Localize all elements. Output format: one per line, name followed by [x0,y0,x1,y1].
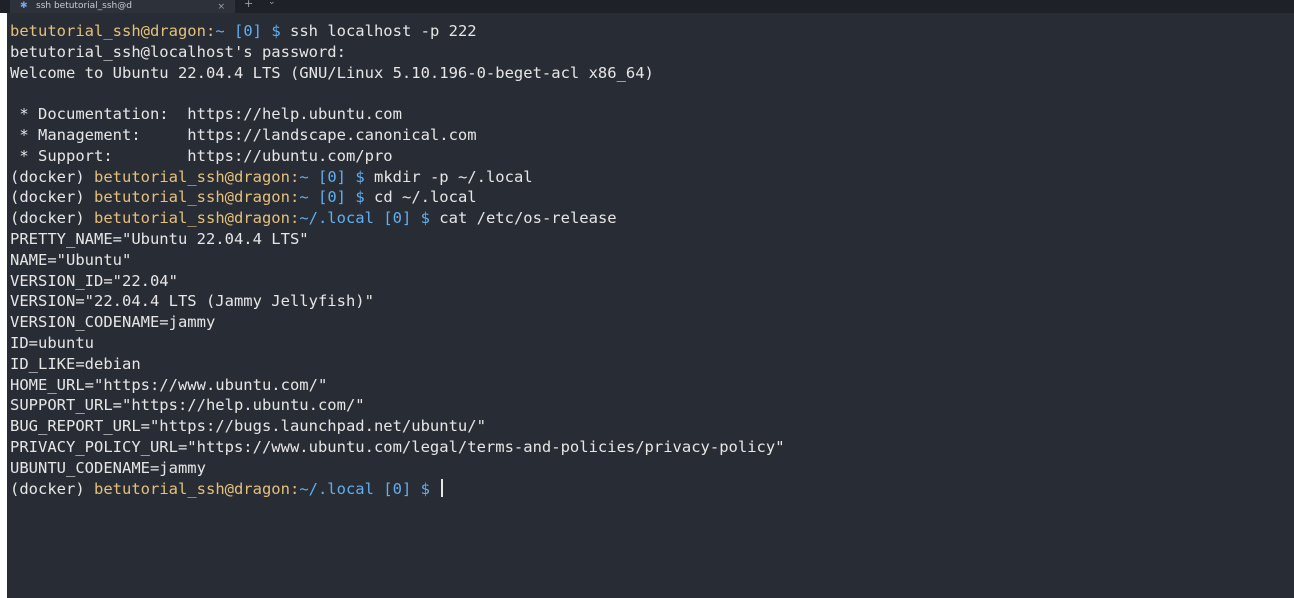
prompt-env: (docker) [10,209,94,228]
command-text: ssh localhost -p 222 [280,22,477,40]
terminal-line: NAME="Ubuntu" [10,250,1290,271]
tab-ssh-session[interactable]: ✱ ssh betutorial_ssh@d × [10,0,235,13]
output-text: SUPPORT_URL="https://help.ubuntu.com/" [10,396,365,415]
output-text: VERSION="22.04.4 LTS (Jammy Jellyfish)" [10,292,374,311]
terminal-line: UBUNTU_CODENAME=jammy [10,458,1290,479]
prompt-status: [0] $ [373,209,430,228]
output-text: * Management: https://landscape.canonica… [10,125,477,144]
terminal-line: (docker) betutorial_ssh@dragon:~/.local … [10,478,1290,500]
terminal-line: betutorial_ssh@dragon:~ [0] $ ssh localh… [10,21,1290,42]
terminal-line: betutorial_ssh@localhost's password: [10,42,1290,63]
terminal-line: * Support: https://ubuntu.com/pro [10,146,1290,167]
output-text: ID_LIKE=debian [10,354,141,373]
output-text: NAME="Ubuntu" [10,250,132,269]
output-text: UBUNTU_CODENAME=jammy [10,458,206,477]
terminal-line: ID=ubuntu [10,333,1290,354]
command-text: cat /etc/os-release [429,209,617,228]
command-text: cd ~/.local [364,188,477,207]
prompt-env: (docker) [10,167,94,186]
terminal-line: ID_LIKE=debian [10,354,1290,375]
terminal-line: PRETTY_NAME="Ubuntu 22.04.4 LTS" [10,229,1290,250]
prompt-status: [0] $ [308,188,365,207]
prompt-status: [0] $ [308,167,365,186]
window-left-edge [0,13,7,598]
output-text: BUG_REPORT_URL="https://bugs.launchpad.n… [10,417,486,436]
prompt-user: betutorial_ssh@dragon: [94,209,300,228]
prompt-user: betutorial_ssh@dragon: [94,479,300,498]
terminal-output[interactable]: betutorial_ssh@dragon:~ [0] $ ssh localh… [10,21,1290,596]
command-text [430,480,439,498]
prompt-user: betutorial_ssh@dragon: [94,167,300,186]
prompt-path: ~/.local [299,479,374,498]
output-text: betutorial_ssh@localhost's password: [10,42,346,61]
output-text: VERSION_ID="22.04" [10,271,178,290]
output-text: * Support: https://ubuntu.com/pro [10,146,393,165]
close-icon[interactable]: × [217,2,225,12]
new-tab-icon[interactable]: + [244,0,253,10]
terminal-line: PRIVACY_POLICY_URL="https://www.ubuntu.c… [10,437,1290,458]
output-text: PRIVACY_POLICY_URL="https://www.ubuntu.c… [10,437,785,456]
terminal-window: ✱ ssh betutorial_ssh@d × + ⌄ betutorial_… [0,0,1294,598]
prompt-env: (docker) [10,188,94,207]
prompt-path: ~/.local [299,209,374,228]
terminal-line: BUG_REPORT_URL="https://bugs.launchpad.n… [10,416,1290,437]
prompt-path: ~ [299,167,309,186]
terminal-line: VERSION="22.04.4 LTS (Jammy Jellyfish)" [10,291,1290,312]
prompt-status: [0] $ [373,479,430,498]
tab-bar: ✱ ssh betutorial_ssh@d × + ⌄ [0,0,1294,13]
text-cursor [441,478,444,497]
prompt-path: ~ [215,22,225,40]
command-text: mkdir -p ~/.local [364,167,533,186]
terminal-line: HOME_URL="https://www.ubuntu.com/" [10,375,1290,396]
output-text: Welcome to Ubuntu 22.04.4 LTS (GNU/Linux… [10,63,654,82]
prompt-path: ~ [299,188,309,207]
prompt-user: betutorial_ssh@dragon: [10,22,216,40]
output-text: ID=ubuntu [10,333,94,352]
terminal-icon: ✱ [20,1,28,11]
output-text: * Documentation: https://help.ubuntu.com [10,105,402,124]
prompt-env: (docker) [10,479,94,498]
terminal-line: Welcome to Ubuntu 22.04.4 LTS (GNU/Linux… [10,63,1290,84]
tab-title: ssh betutorial_ssh@d [36,1,132,11]
prompt-user: betutorial_ssh@dragon: [94,188,300,207]
terminal-line: * Documentation: https://help.ubuntu.com [10,104,1290,125]
terminal-line: (docker) betutorial_ssh@dragon:~/.local … [10,208,1290,229]
output-text: HOME_URL="https://www.ubuntu.com/" [10,375,328,394]
prompt-status: [0] $ [224,22,281,40]
chevron-down-icon[interactable]: ⌄ [268,0,276,7]
terminal-line: SUPPORT_URL="https://help.ubuntu.com/" [10,395,1290,416]
output-text: PRETTY_NAME="Ubuntu 22.04.4 LTS" [10,229,309,248]
terminal-line: (docker) betutorial_ssh@dragon:~ [0] $ m… [10,167,1290,188]
terminal-line: VERSION_ID="22.04" [10,271,1290,292]
terminal-line: * Management: https://landscape.canonica… [10,125,1290,146]
output-text: VERSION_CODENAME=jammy [10,313,216,332]
terminal-line: (docker) betutorial_ssh@dragon:~ [0] $ c… [10,187,1290,208]
terminal-line: VERSION_CODENAME=jammy [10,312,1290,333]
